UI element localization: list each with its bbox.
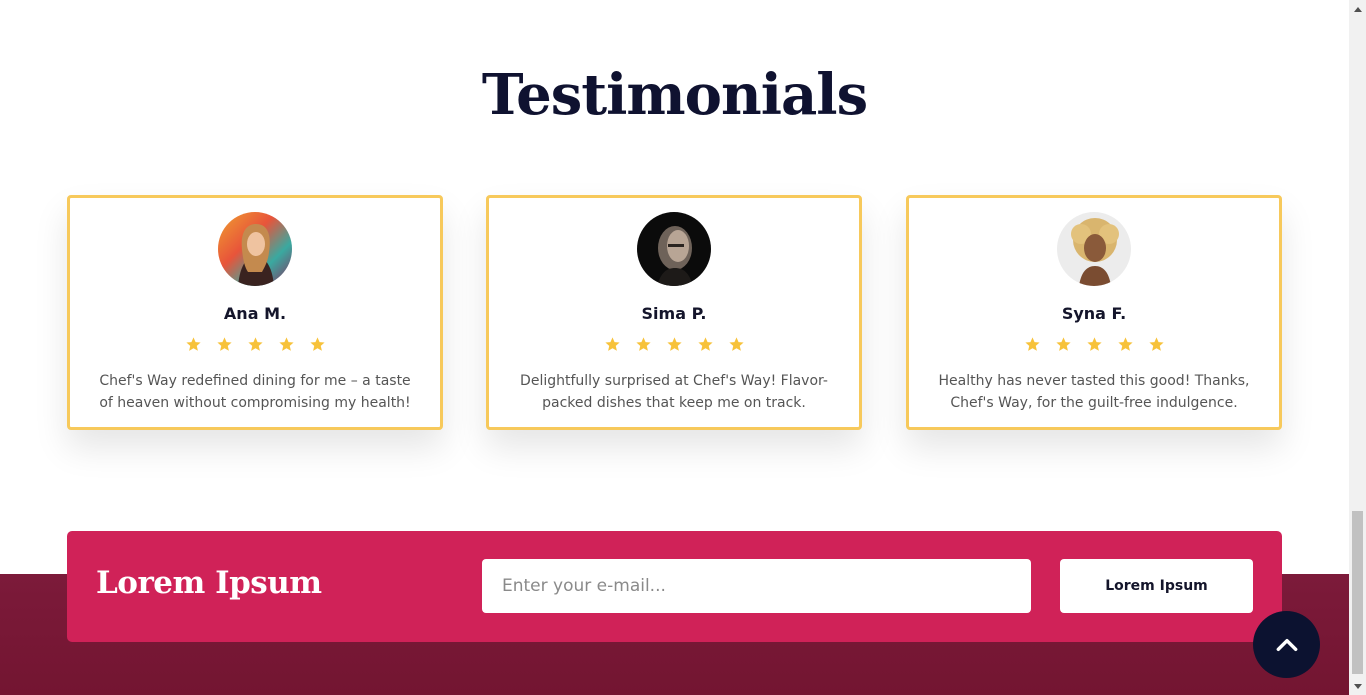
avatar xyxy=(637,212,711,286)
star-icon xyxy=(1055,337,1071,351)
chevron-up-icon xyxy=(1276,638,1297,651)
scrollbar-thumb[interactable] xyxy=(1352,511,1363,674)
star-icon xyxy=(666,337,682,351)
subscribe-button[interactable]: Lorem Ipsum xyxy=(1060,559,1253,613)
star-icon xyxy=(1117,337,1133,351)
reviewer-name: Sima P. xyxy=(641,304,707,323)
star-rating xyxy=(489,336,859,353)
star-icon xyxy=(1086,337,1102,351)
avatar xyxy=(1057,212,1131,286)
star-icon xyxy=(697,337,713,351)
section-title: Testimonials xyxy=(481,62,868,128)
scroll-down-arrow-icon[interactable] xyxy=(1349,678,1366,695)
newsletter-title: Lorem Ipsum xyxy=(96,565,322,601)
star-icon xyxy=(635,337,651,351)
star-icon xyxy=(216,337,232,351)
page: Testimonials Ana M. Chef's Way redefined… xyxy=(0,0,1349,695)
star-rating xyxy=(70,336,440,353)
star-icon xyxy=(185,337,201,351)
star-icon xyxy=(247,337,263,351)
page-scrollbar[interactable] xyxy=(1349,0,1366,695)
testimonial-card: Syna F. Healthy has never tasted this go… xyxy=(906,195,1282,430)
testimonial-quote: Chef's Way redefined dining for me – a t… xyxy=(99,373,411,411)
star-icon xyxy=(309,337,325,351)
star-icon xyxy=(1024,337,1040,351)
star-icon xyxy=(728,337,744,351)
star-icon xyxy=(1148,337,1164,351)
avatar xyxy=(218,212,292,286)
reviewer-name: Syna F. xyxy=(1061,304,1127,323)
star-icon xyxy=(278,337,294,351)
testimonial-card: Sima P. Delightfully surprised at Chef's… xyxy=(486,195,862,430)
newsletter-box: Lorem Ipsum Lorem Ipsum xyxy=(67,531,1282,642)
star-icon xyxy=(604,337,620,351)
scroll-up-arrow-icon[interactable] xyxy=(1349,0,1366,17)
testimonial-quote: Healthy has never tasted this good! Than… xyxy=(938,373,1250,411)
testimonial-quote: Delightfully surprised at Chef's Way! Fl… xyxy=(520,373,828,411)
reviewer-name: Ana M. xyxy=(223,304,287,323)
email-input[interactable] xyxy=(482,559,1031,613)
scroll-to-top-button[interactable] xyxy=(1253,611,1320,678)
star-rating xyxy=(909,336,1279,353)
testimonial-card: Ana M. Chef's Way redefined dining for m… xyxy=(67,195,443,430)
